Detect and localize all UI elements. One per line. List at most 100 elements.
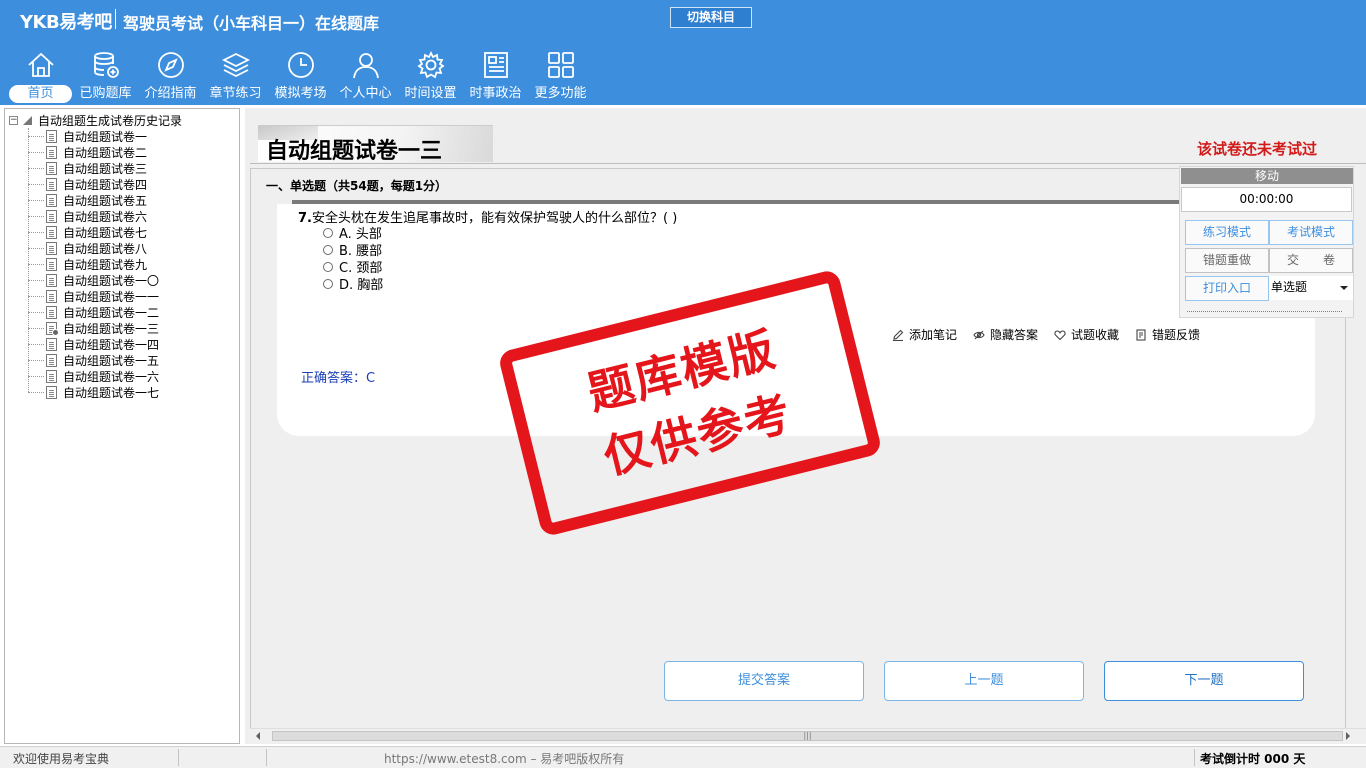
radio-button[interactable] [323, 227, 333, 238]
nav-item-purchased[interactable]: 已购题库 [73, 48, 138, 104]
document-icon [46, 289, 57, 303]
question-number: 7. [298, 211, 312, 226]
tree-item[interactable]: 自动组题试卷六 [28, 208, 159, 224]
layers-icon [221, 52, 250, 78]
tree-item-label: 自动组题试卷九 [63, 257, 148, 272]
exam-mode-button[interactable]: 考试模式 [1269, 220, 1353, 245]
tree-item-label: 自动组题试卷一四 [63, 337, 160, 352]
move-handle[interactable]: 移动 [1181, 168, 1353, 184]
tree-item[interactable]: 自动组题试卷五 [28, 192, 159, 208]
horizontal-scrollbar[interactable]: ||| [250, 728, 1366, 743]
nav-item-current-affairs[interactable]: 时事政治 [463, 48, 528, 104]
tree-item[interactable]: 自动组题试卷七 [28, 224, 159, 240]
tree-item-label: 自动组题试卷一一 [63, 289, 160, 304]
tree-connector [28, 359, 44, 361]
copyright-text: https://www.etest8.com – 易考吧版权所有 [384, 752, 625, 766]
folder-arrow-icon [23, 115, 32, 125]
switch-subject-button[interactable]: 切换科目 [670, 7, 752, 28]
option-b[interactable]: B. 腰部 [323, 241, 382, 259]
compass-icon [157, 52, 184, 78]
submit-answer-button[interactable]: 提交答案 [664, 661, 864, 701]
tree-item[interactable]: 自动组题试卷一二 [28, 304, 159, 320]
tree-item[interactable]: 自动组题试卷四 [28, 176, 159, 192]
document-icon [46, 257, 57, 271]
tree-item[interactable]: 自动组题试卷一六 [28, 368, 159, 384]
submit-paper-button[interactable]: 交 卷 [1269, 248, 1353, 273]
tree-connector [28, 167, 44, 169]
error-feedback-button[interactable]: 错题反馈 [1135, 326, 1200, 343]
question-tools: 添加笔记 隐藏答案 试题收藏 错题反馈 [892, 326, 1216, 343]
add-note-button[interactable]: 添加笔记 [892, 326, 957, 343]
document-icon [46, 129, 57, 143]
pencil-icon [893, 329, 904, 341]
tree-item-label: 自动组题试卷八 [63, 241, 148, 256]
eye-icon [973, 330, 985, 339]
redo-wrong-button[interactable]: 错题重做 [1185, 248, 1269, 273]
document-icon [46, 353, 57, 367]
tree-item[interactable]: 自动组题试卷一七 [28, 384, 159, 400]
print-entry-button[interactable]: 打印入口 [1185, 276, 1269, 301]
document-icon [46, 385, 57, 399]
favorite-button[interactable]: 试题收藏 [1054, 326, 1119, 343]
tree-item[interactable]: 自动组题试卷一 [28, 128, 159, 144]
radio-button[interactable] [323, 261, 333, 272]
tree-item[interactable]: 自动组题试卷八 [28, 240, 159, 256]
tree-item-label: 自动组题试卷一三 [63, 321, 160, 336]
tree-item-label: 自动组题试卷二 [63, 145, 148, 160]
document-icon [46, 177, 57, 191]
tree-connector [28, 279, 44, 281]
tree-item[interactable]: 自动组题试卷一一 [28, 288, 159, 304]
tree-item[interactable]: 自动组题试卷一五 [28, 352, 159, 368]
nav-item-personal-center[interactable]: 个人中心 [333, 48, 398, 104]
error-feedback-label: 错题反馈 [1152, 328, 1201, 342]
hide-answer-button[interactable]: 隐藏答案 [973, 326, 1038, 343]
status-separator [1194, 749, 1195, 766]
option-d[interactable]: D. 胸部 [323, 275, 384, 293]
document-icon [46, 209, 57, 223]
radio-button[interactable] [323, 278, 333, 289]
chevron-down-icon [1340, 286, 1348, 290]
scroll-right-icon[interactable] [1346, 732, 1350, 740]
question-type-select[interactable]: 单选题 [1269, 276, 1353, 300]
home-icon [27, 52, 54, 77]
document-icon [46, 225, 57, 239]
nav-item-guide[interactable]: 介绍指南 [138, 48, 203, 104]
tree-connector [28, 327, 44, 329]
tree-item[interactable]: 自动组题试卷三 [28, 160, 159, 176]
nav-item-mock-exam[interactable]: 模拟考场 [268, 48, 333, 104]
tree-connector [28, 375, 44, 377]
nav-label: 首页 [9, 85, 72, 103]
document-icon [46, 305, 57, 319]
nav-item-home[interactable]: 首页 [8, 48, 73, 104]
nav-label: 介绍指南 [144, 86, 197, 101]
document-icon [46, 337, 57, 351]
scroll-left-icon[interactable] [256, 732, 260, 740]
nav-label: 个人中心 [339, 86, 392, 101]
section-header: 一、单选题（共54题，每题1分） [266, 179, 448, 193]
prev-question-button[interactable]: 上一题 [884, 661, 1084, 701]
practice-mode-button[interactable]: 练习模式 [1185, 220, 1269, 245]
nav-item-more[interactable]: 更多功能 [528, 48, 593, 104]
next-question-button[interactable]: 下一题 [1104, 661, 1304, 701]
nav-item-chapter-practice[interactable]: 章节练习 [203, 48, 268, 104]
option-label: D. 胸部 [339, 278, 384, 293]
user-icon [352, 53, 379, 79]
tree-item[interactable]: 自动组题试卷二 [28, 144, 159, 160]
collapse-toggle[interactable]: − [9, 115, 18, 125]
tree-item[interactable]: 自动组题试卷一〇 [28, 272, 159, 288]
database-icon [93, 52, 119, 78]
option-c[interactable]: C. 颈部 [323, 258, 382, 276]
exam-timer: 00:00:00 [1181, 187, 1352, 212]
option-a[interactable]: A. 头部 [323, 224, 382, 242]
tree-item-label: 自动组题试卷三 [63, 161, 148, 176]
nav-item-time-settings[interactable]: 时间设置 [398, 48, 463, 104]
radio-button[interactable] [323, 244, 333, 255]
question-type-value: 单选题 [1271, 280, 1308, 294]
tree-item[interactable]: 自动组题试卷一四 [28, 336, 159, 352]
tree-item[interactable]: 自动组题试卷九 [28, 256, 159, 272]
tree-root[interactable]: − 自动组题生成试卷历史记录 [9, 112, 182, 128]
tree-item[interactable]: 自动组题试卷一三 [28, 320, 159, 336]
nav-label: 更多功能 [534, 86, 587, 101]
tree-connector [28, 151, 44, 153]
scroll-thumb[interactable]: ||| [272, 731, 1343, 741]
